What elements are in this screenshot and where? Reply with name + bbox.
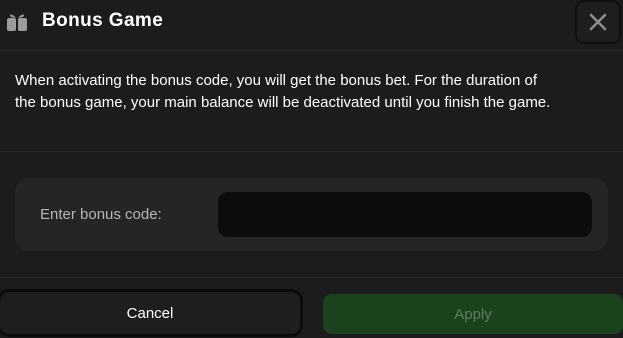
apply-button[interactable]: Apply bbox=[323, 294, 623, 334]
bonus-code-panel: Enter bonus code: bbox=[15, 178, 608, 251]
cancel-button[interactable]: Cancel bbox=[0, 292, 300, 334]
gift-icon bbox=[6, 12, 28, 32]
bonus-description: When activating the bonus code, you will… bbox=[15, 72, 551, 111]
dialog-title: Bonus Game bbox=[42, 10, 164, 31]
bonus-code-label: Enter bonus code: bbox=[40, 206, 162, 223]
dialog-header: Bonus Game bbox=[0, 0, 623, 51]
close-button[interactable] bbox=[577, 2, 619, 42]
bonus-code-input[interactable] bbox=[218, 192, 592, 237]
divider bbox=[0, 151, 623, 152]
divider bbox=[0, 277, 623, 278]
bonus-game-dialog: Bonus Game When activating the bonus cod… bbox=[0, 0, 623, 338]
